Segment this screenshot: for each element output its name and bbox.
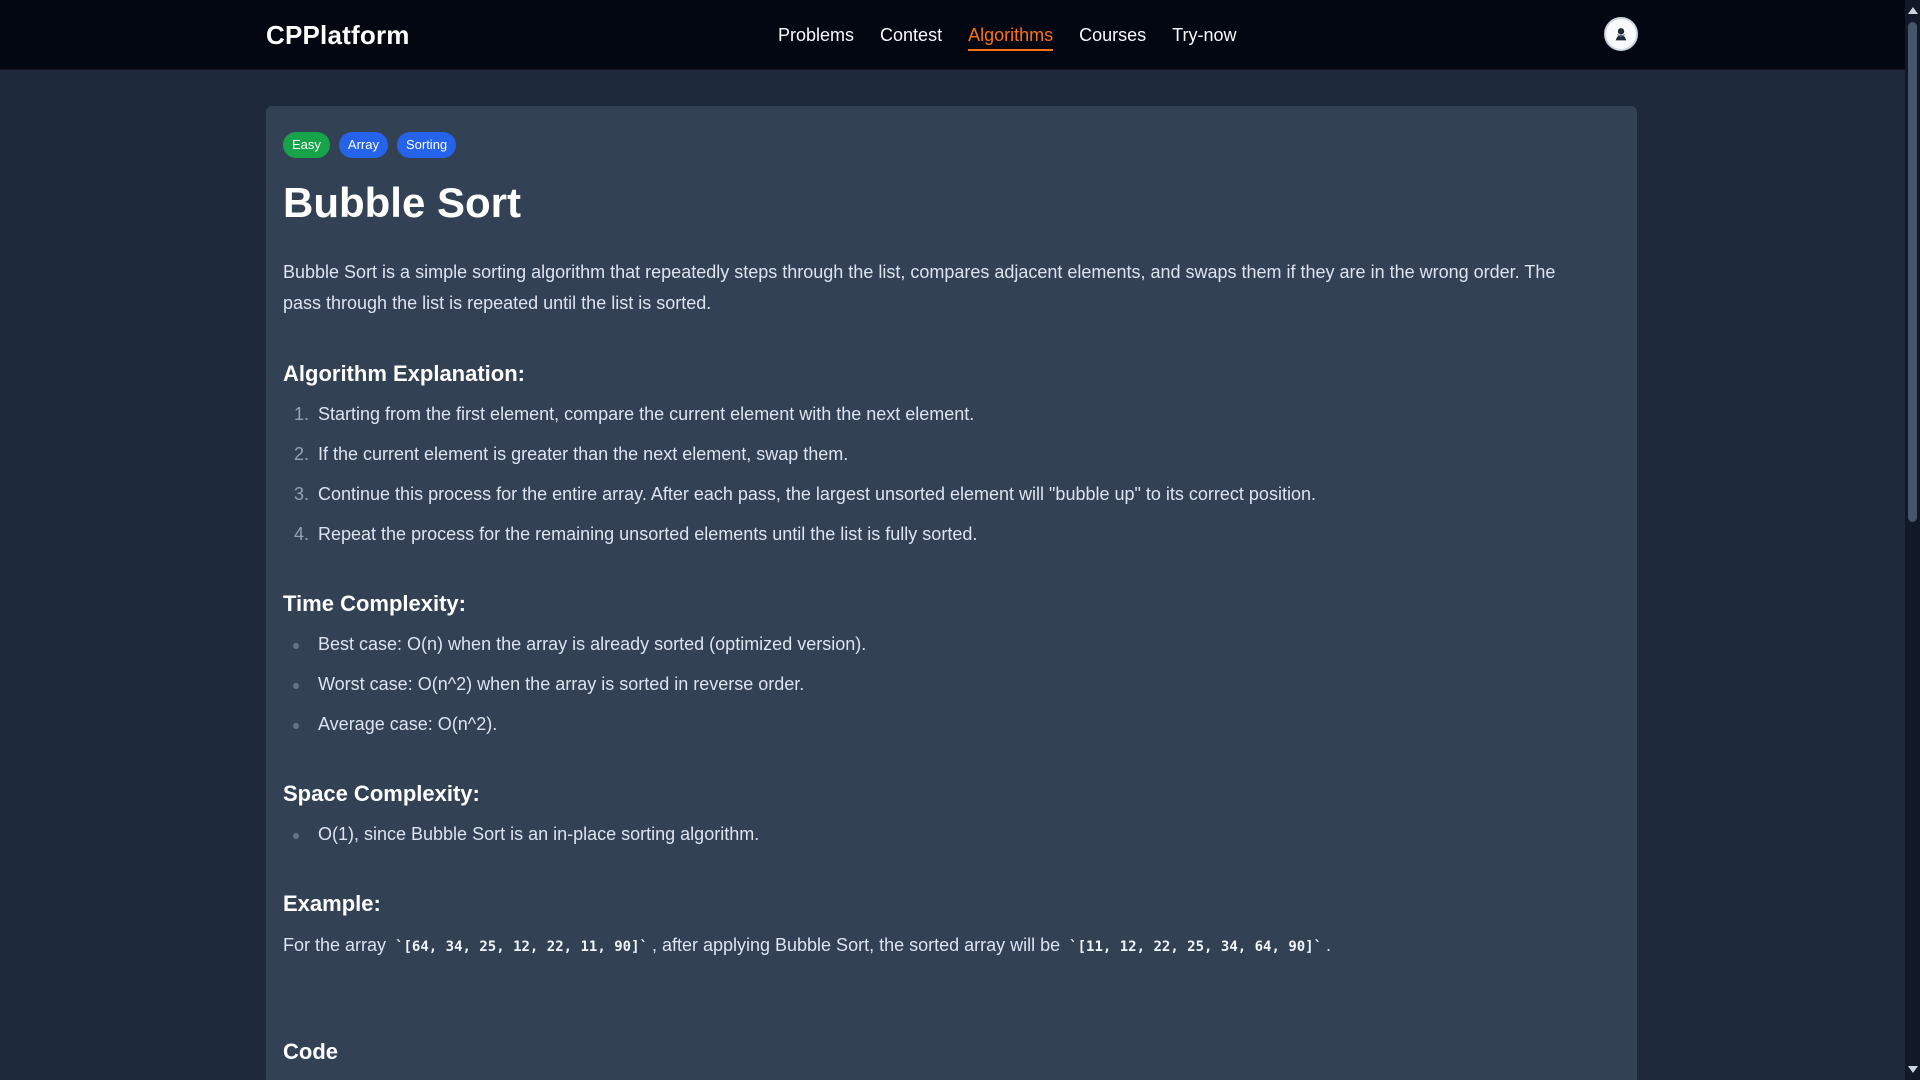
space-complexity-list: O(1), since Bubble Sort is an in-place s… [283, 822, 1620, 847]
algorithm-title: Bubble Sort [283, 179, 521, 226]
algorithm-description: Bubble Sort is a simple sorting algorith… [283, 262, 1556, 313]
bullet-icon [293, 723, 299, 729]
scrollbar-thumb[interactable] [1908, 22, 1917, 522]
step-text: If the current element is greater than t… [318, 444, 849, 464]
space-complexity-heading: Space Complexity: [283, 781, 480, 806]
problem-tags: Easy Array Sorting [283, 132, 1620, 158]
algorithm-step: 1. Starting from the first element, compa… [283, 402, 1620, 427]
algorithm-step: 4. Repeat the process for the remaining u… [283, 522, 1620, 547]
step-text: Starting from the first element, compare… [318, 404, 975, 424]
nav-algorithms[interactable]: Algorithms [968, 22, 1054, 51]
user-avatar-icon[interactable] [1604, 17, 1638, 51]
space-complexity-text: O(1), since Bubble Sort is an in-place s… [318, 824, 760, 844]
time-complexity-list: Best case: O(n) when the array is alread… [283, 632, 1620, 737]
space-complexity-item: O(1), since Bubble Sort is an in-place s… [283, 822, 1620, 847]
step-number: 1. [294, 404, 310, 424]
example-prefix: For the array [283, 935, 387, 955]
bullet-icon [293, 643, 299, 649]
time-complexity-text: Best case: O(n) when the array is alread… [318, 634, 867, 654]
step-text: Repeat the process for the remaining uns… [318, 524, 978, 544]
main-navigation: Problems Contest Algorithms Courses Try-… [778, 22, 1236, 51]
step-number: 4. [294, 524, 310, 544]
bullet-icon [293, 833, 299, 839]
code-heading: Code [283, 1039, 338, 1064]
bullet-icon [293, 683, 299, 689]
example-suffix: . [1326, 935, 1332, 955]
algorithm-article-card: Easy Array Sorting Bubble Sort Bubble So… [266, 106, 1637, 1080]
top-navigation-bar: CPPlatform Problems Contest Algorithms C… [0, 0, 1905, 70]
algorithm-step: 2. If the current element is greater than… [283, 442, 1620, 467]
time-complexity-item: Worst case: O(n^2) when the array is sor… [283, 672, 1620, 697]
example-heading: Example: [283, 891, 381, 916]
algorithm-step: 3. Continue this process for the entire a… [283, 482, 1620, 507]
time-complexity-item: Best case: O(n) when the array is alread… [283, 632, 1620, 657]
time-complexity-text: Average case: O(n^2). [318, 714, 498, 734]
time-complexity-item: Average case: O(n^2). [283, 712, 1620, 737]
algorithm-explanation-heading: Algorithm Explanation: [283, 361, 525, 386]
nav-courses[interactable]: Courses [1079, 22, 1146, 51]
page-scrollbar[interactable] [1905, 0, 1920, 1080]
example-output-array: `[11, 12, 22, 25, 34, 64, 90]` [1069, 939, 1323, 955]
example-input-array: `[64, 34, 25, 12, 22, 11, 90]` [395, 939, 648, 955]
algorithm-steps-list: 1. Starting from the first element, compa… [283, 402, 1620, 547]
example-middle: , after applying Bubble Sort, the sorted… [651, 935, 1061, 955]
time-complexity-heading: Time Complexity: [283, 591, 466, 616]
nav-problems[interactable]: Problems [778, 22, 854, 51]
time-complexity-text: Worst case: O(n^2) when the array is sor… [318, 674, 805, 694]
step-number: 3. [294, 484, 310, 504]
step-text: Continue this process for the entire arr… [318, 484, 1316, 504]
difficulty-badge[interactable]: Easy [283, 132, 330, 158]
scroll-up-icon[interactable] [1908, 7, 1918, 14]
nav-contest[interactable]: Contest [880, 22, 942, 51]
array-tag[interactable]: Array [338, 132, 388, 158]
site-logo[interactable]: CPPlatform [266, 20, 410, 50]
step-number: 2. [294, 444, 310, 464]
nav-try-now[interactable]: Try-now [1172, 22, 1236, 51]
scroll-down-icon[interactable] [1908, 1066, 1918, 1073]
algorithm-page: CPPlatform Problems Contest Algorithms C… [0, 0, 1920, 1080]
sorting-tag[interactable]: Sorting [396, 132, 457, 158]
example-description: For the array `[64, 34, 25, 12, 22, 11, … [283, 932, 1620, 960]
